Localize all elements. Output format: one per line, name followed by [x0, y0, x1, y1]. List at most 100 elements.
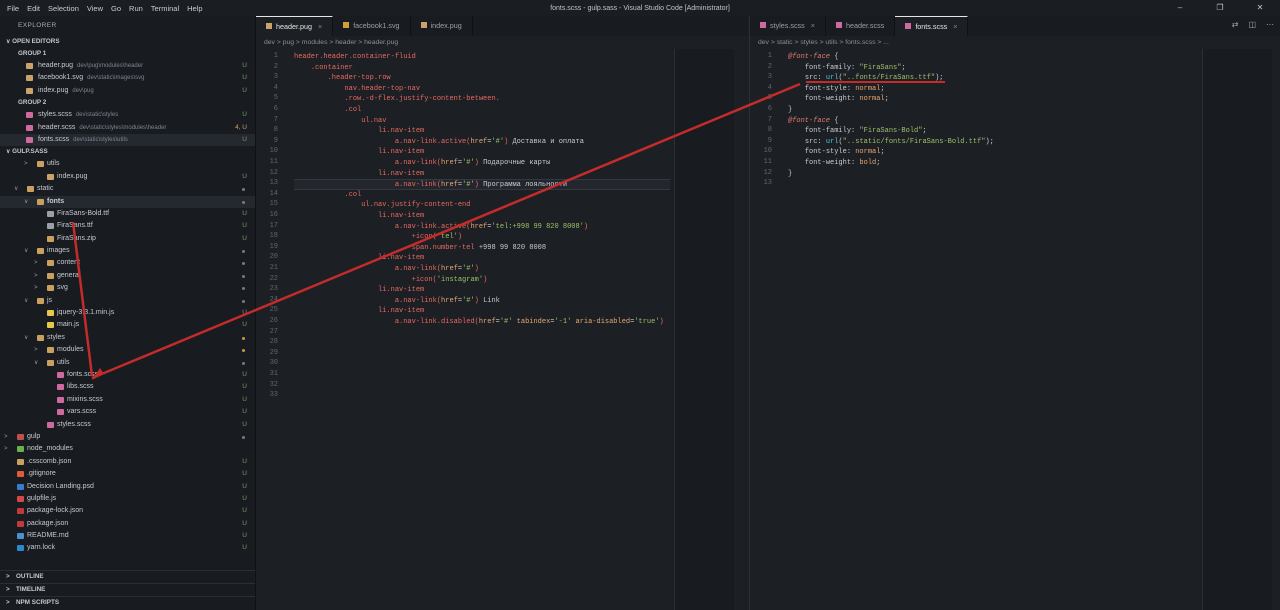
- tree-item-firasans-ttf[interactable]: FiraSans.ttf U: [0, 220, 255, 232]
- tree-item-static[interactable]: ∨ static: [0, 183, 255, 195]
- tree-item-modules[interactable]: > modules: [0, 344, 255, 356]
- git-status: U: [242, 470, 247, 478]
- tree-item-package-lock-json[interactable]: package-lock.json U: [0, 505, 255, 517]
- tree-item-readme-md[interactable]: README.md U: [0, 530, 255, 542]
- code-token: 'true': [634, 318, 660, 326]
- open-editor-item[interactable]: index.pug dev\pug U: [0, 85, 255, 97]
- folder-icon: [27, 186, 34, 193]
- tree-item-fonts[interactable]: ∨ fonts: [0, 195, 255, 208]
- tree-item-package-json[interactable]: package.json U: [0, 518, 255, 530]
- code-token: @font-face: [788, 116, 831, 125]
- tree-item-firasans-zip[interactable]: FiraSans.zip U: [0, 233, 255, 245]
- code-token: '#': [462, 181, 475, 190]
- tree-item-label: yarn.lock: [27, 544, 56, 552]
- tree-item-js[interactable]: ∨ js: [0, 295, 255, 307]
- tab-fonts-scss[interactable]: fonts.scss ×: [895, 16, 969, 36]
- tree-item-yarn-lock[interactable]: yarn.lock U: [0, 542, 255, 554]
- tree-item-jquery-3-3-1-min-js[interactable]: jquery-3.3.1.min.js U: [0, 307, 255, 319]
- close-icon[interactable]: ×: [811, 21, 815, 30]
- tree-item-node-modules[interactable]: > node_modules: [0, 443, 255, 455]
- tree-item-index-pug[interactable]: index.pug U: [0, 171, 255, 183]
- menu-item-selection[interactable]: Selection: [44, 4, 83, 13]
- tree-item--csscomb-json[interactable]: .csscomb.json U: [0, 456, 255, 468]
- tree-item-main-js[interactable]: main.js U: [0, 319, 255, 331]
- close-icon[interactable]: ✕: [1240, 0, 1280, 16]
- git-status: U: [242, 457, 247, 465]
- tree-item-styles[interactable]: ∨ styles: [0, 332, 255, 344]
- menu-item-help[interactable]: Help: [183, 4, 206, 13]
- tab-index-pug[interactable]: index.pug: [411, 16, 473, 36]
- file-icon: [47, 173, 54, 180]
- tree-item--gitignore[interactable]: .gitignore U: [0, 468, 255, 480]
- code-token: );: [985, 137, 994, 146]
- code-token: 'instagram': [436, 275, 484, 284]
- tree-item-general[interactable]: > general: [0, 270, 255, 282]
- chevron-down-icon: ∨: [34, 359, 39, 366]
- code-token: }: [788, 106, 793, 114]
- open-editor-item[interactable]: styles.scss dev\static\styles U: [0, 109, 255, 121]
- open-editor-label: facebook1.svg dev\static\images\svg: [38, 72, 145, 84]
- compare-icon[interactable]: ⇄: [1232, 20, 1239, 29]
- open-editor-item[interactable]: facebook1.svg dev\static\images\svg U: [0, 72, 255, 84]
- menu-item-terminal[interactable]: Terminal: [147, 4, 183, 13]
- line-number: 5: [767, 94, 772, 103]
- open-editors-header[interactable]: ∨ OPEN EDITORS: [0, 36, 255, 48]
- tree-item-images[interactable]: ∨ images: [0, 245, 255, 257]
- tree-item-label: modules: [57, 346, 84, 354]
- outline-section[interactable]: > OUTLINE: [0, 570, 255, 583]
- tree-item-content[interactable]: > content: [0, 257, 255, 269]
- tree-item-vars-scss[interactable]: vars.scss U: [0, 406, 255, 418]
- tree-item-gulp[interactable]: > gulp: [0, 431, 255, 443]
- tree-item-label: mixins.scss: [67, 395, 103, 403]
- close-icon[interactable]: ×: [953, 22, 957, 31]
- line-number: 26: [269, 317, 278, 325]
- code-token: font-style:: [804, 148, 856, 157]
- tree-item-utils[interactable]: ∨ utils: [0, 357, 255, 369]
- more-actions-icon[interactable]: ⋯: [1266, 20, 1274, 29]
- line-number: 25: [269, 306, 278, 315]
- menu-item-view[interactable]: View: [83, 4, 107, 13]
- tree-item-svg[interactable]: > svg: [0, 282, 255, 294]
- open-editor-item[interactable]: header.scss dev\static\styles\modules\hea…: [0, 122, 255, 134]
- chevron-down-icon: ∨: [24, 248, 29, 255]
- menu-item-file[interactable]: File: [3, 4, 23, 13]
- open-editor-item[interactable]: header.pug dev\pug\modules\header U: [0, 60, 255, 72]
- file-icon: [57, 384, 64, 391]
- tab-header-scss[interactable]: header.scss: [826, 16, 896, 36]
- editor-actions: ⇄ ◫ ⋯: [1232, 20, 1274, 29]
- code-token: ): [659, 318, 664, 326]
- minimize-icon[interactable]: –: [1160, 0, 1200, 16]
- window-controls: – ❐ ✕: [1160, 0, 1280, 16]
- tree-item-fonts-scss[interactable]: fonts.scss U: [0, 369, 255, 381]
- code-area[interactable]: 1 @font-face {2 font-family: "FiraSans"; 3…: [750, 49, 1280, 609]
- menu-item-run[interactable]: Run: [125, 4, 147, 13]
- split-editor-icon[interactable]: ◫: [1248, 20, 1256, 29]
- tree-item-libs-scss[interactable]: libs.scss U: [0, 381, 255, 393]
- timeline-section[interactable]: > TIMELINE: [0, 583, 255, 596]
- tree-item-styles-scss[interactable]: styles.scss U: [0, 419, 255, 431]
- restore-icon[interactable]: ❐: [1200, 0, 1240, 16]
- tree-item-gulpfile-js[interactable]: gulpfile.js U: [0, 493, 255, 505]
- minimap[interactable]: [1202, 49, 1272, 610]
- minimap[interactable]: [674, 49, 734, 610]
- tab-facebook1-svg[interactable]: facebook1.svg: [333, 16, 411, 36]
- npm-scripts-section[interactable]: > NPM SCRIPTS: [0, 596, 255, 609]
- tab-styles-scss[interactable]: styles.scss ×: [750, 16, 826, 36]
- tree-item-firasans-bold-ttf[interactable]: FiraSans-Bold.ttf U: [0, 208, 255, 220]
- tree-item-utils[interactable]: > utils: [0, 158, 255, 170]
- tree-item-decision-landing-psd[interactable]: Decision Landing.psd U: [0, 481, 255, 493]
- status-dot: [242, 200, 245, 204]
- tab-header-pug[interactable]: header.pug ×: [256, 16, 334, 36]
- open-editor-label: header.scss dev\static\styles\modules\hea…: [38, 122, 166, 134]
- close-icon[interactable]: ×: [318, 22, 322, 31]
- file-icon: [760, 22, 766, 28]
- tree-item-mixins-scss[interactable]: mixins.scss U: [0, 394, 255, 406]
- code-token: li.nav-item: [378, 254, 425, 263]
- menu-item-go[interactable]: Go: [107, 4, 125, 13]
- menu-item-edit[interactable]: Edit: [23, 4, 44, 13]
- workspace-header[interactable]: ∨ GULP.SASS: [0, 146, 255, 158]
- open-editor-item[interactable]: fonts.scss dev\static\styles\utils U: [0, 133, 255, 147]
- tab-label: index.pug: [430, 21, 462, 30]
